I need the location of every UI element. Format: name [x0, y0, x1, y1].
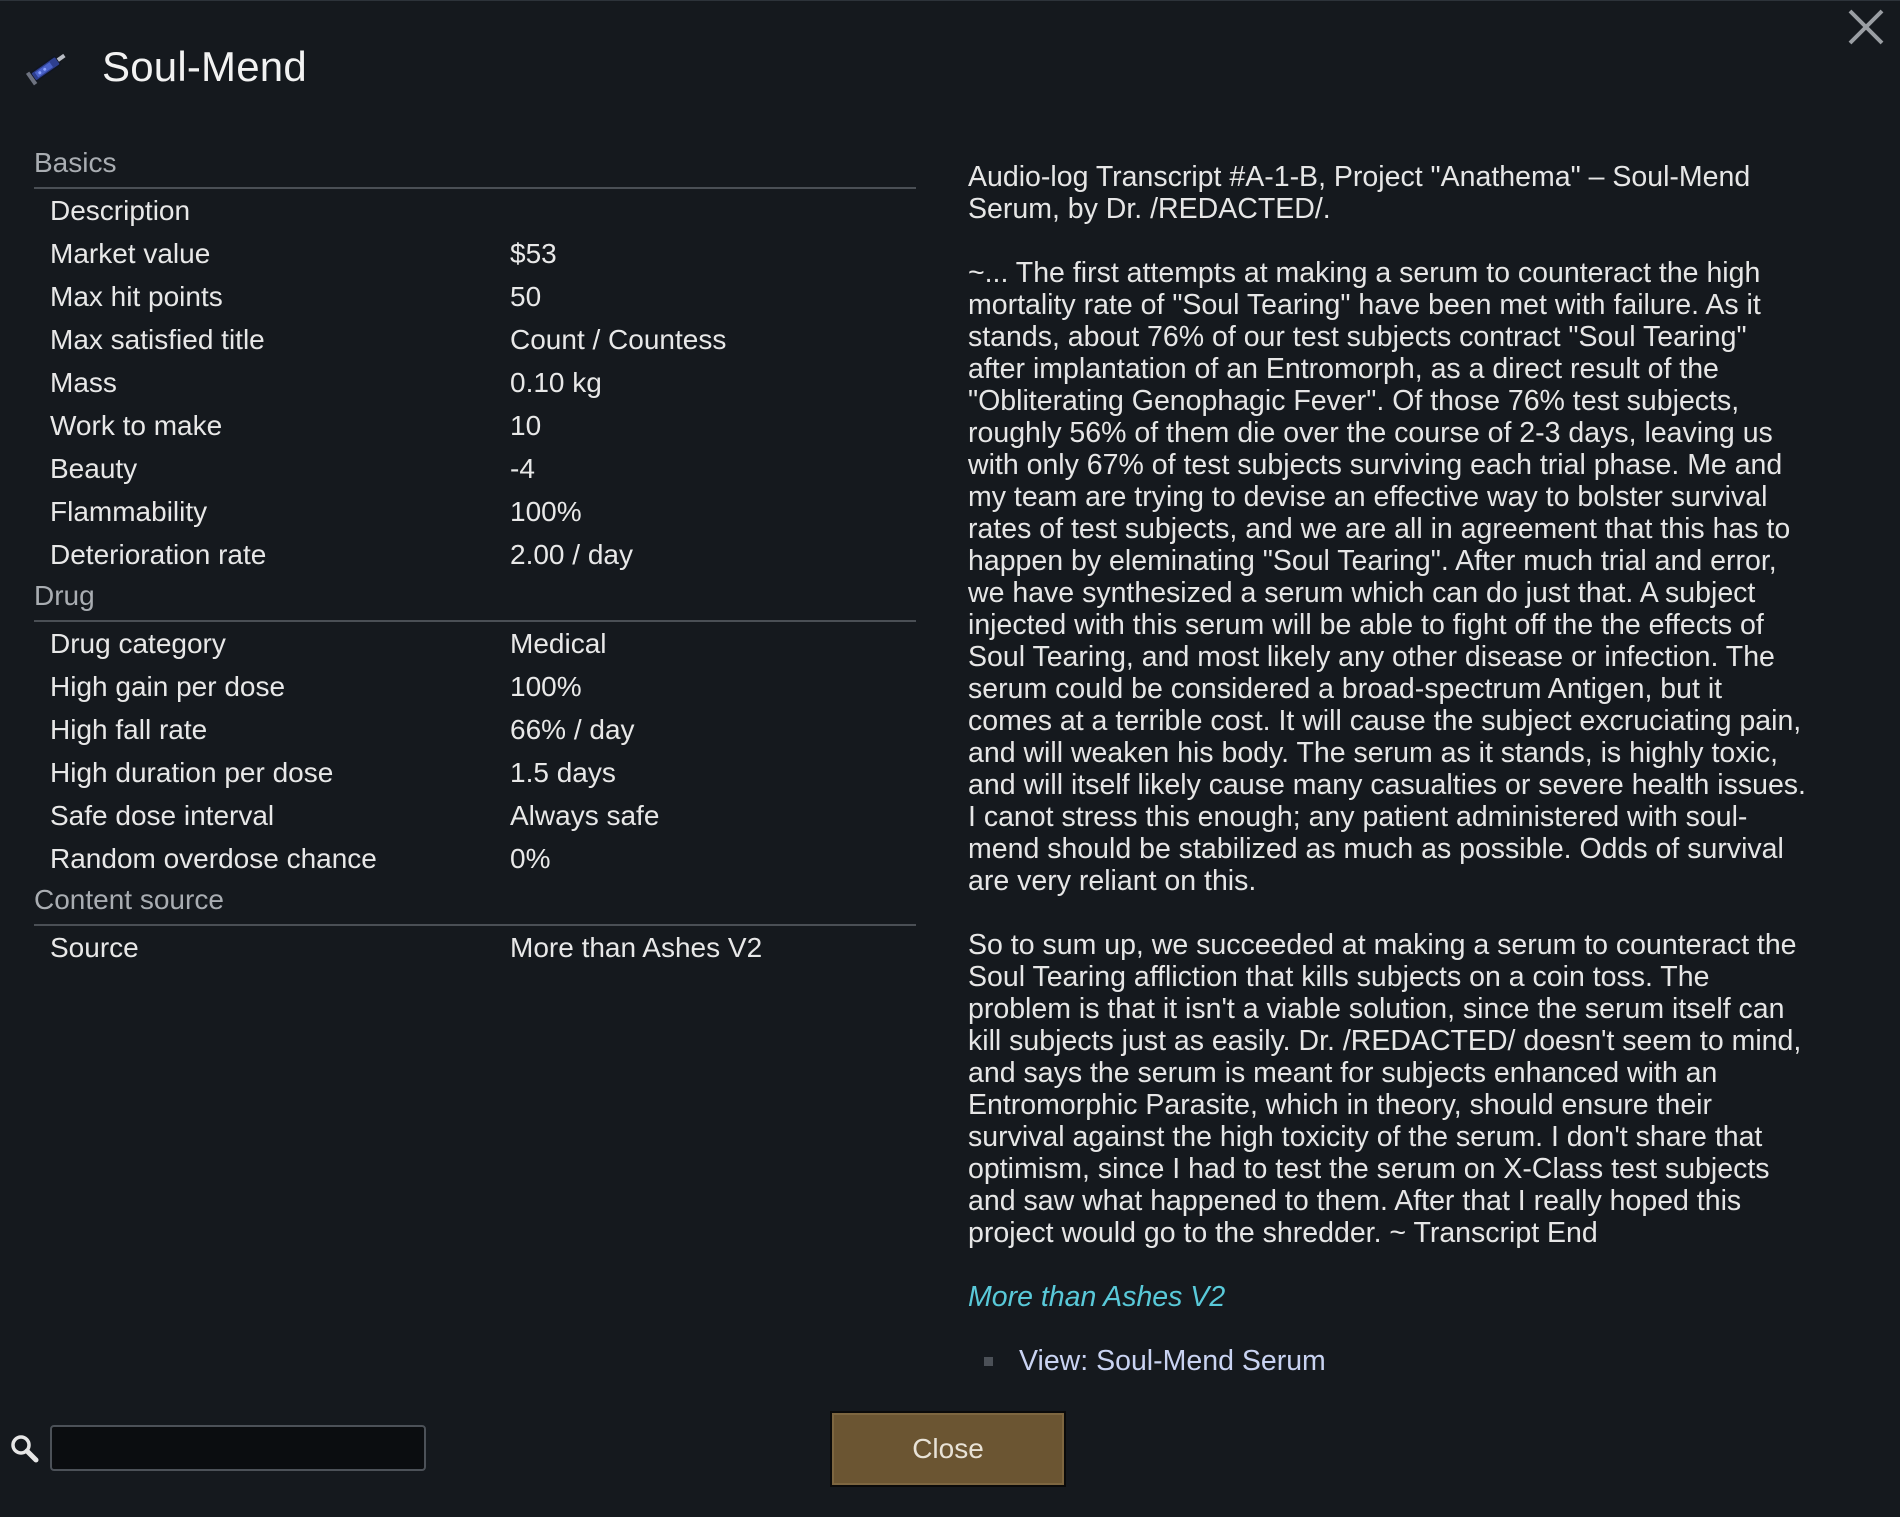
stat-row-high-fall-rate[interactable]: High fall rate 66% / day [34, 708, 916, 751]
stat-row-flammability[interactable]: Flammability 100% [34, 490, 916, 533]
section-heading: Content source [34, 880, 916, 926]
syringe-icon [24, 43, 72, 91]
stat-value: 100% [510, 496, 582, 527]
stat-label: High gain per dose [50, 671, 286, 702]
stat-row-high-duration-per-dose[interactable]: High duration per dose 1.5 days [34, 751, 916, 794]
stat-label: Max satisfied title [50, 324, 265, 355]
section-heading: Basics [34, 143, 916, 189]
stat-row-high-gain-per-dose[interactable]: High gain per dose 100% [34, 665, 916, 708]
description-panel: Audio-log Transcript #A-1-B, Project "An… [968, 161, 1810, 1377]
stat-label: Max hit points [50, 281, 223, 312]
section-drug: Drug Drug category Medical High gain per … [34, 576, 916, 880]
search-bar [8, 1425, 426, 1471]
stat-value: 100% [510, 671, 582, 702]
hyperlink-item[interactable]: View: Soul-Mend Serum [984, 1345, 1810, 1377]
stat-label: Deterioration rate [50, 539, 267, 570]
stat-value: 0% [510, 843, 551, 874]
search-input[interactable] [50, 1425, 426, 1471]
stat-value: 1.5 days [510, 757, 616, 788]
stat-row-description[interactable]: Description [34, 189, 916, 232]
stat-value: 10 [510, 410, 542, 441]
close-icon[interactable] [1844, 5, 1888, 49]
section-content-source: Content source Source More than Ashes V2 [34, 880, 916, 969]
stat-value: Always safe [510, 800, 660, 831]
stat-value: Count / Countess [510, 324, 727, 355]
stat-label: Work to make [50, 410, 223, 441]
stat-row-safe-dose-interval[interactable]: Safe dose interval Always safe [34, 794, 916, 837]
stat-row-max-hit-points[interactable]: Max hit points 50 [34, 275, 916, 318]
stat-value: 2.00 / day [510, 539, 633, 570]
stat-value: 50 [510, 281, 542, 312]
mod-source-label: More than Ashes V2 [968, 1281, 1226, 1313]
stat-row-market-value[interactable]: Market value $53 [34, 232, 916, 275]
stat-row-drug-category[interactable]: Drug category Medical [34, 622, 916, 665]
stat-label: Market value [50, 238, 211, 269]
stat-label: Safe dose interval [50, 800, 275, 831]
window-title: Soul-Mend [102, 43, 307, 90]
stat-value: 0.10 kg [510, 367, 602, 398]
stat-label: Flammability [50, 496, 208, 527]
search-icon [8, 1432, 40, 1464]
stat-label: Drug category [50, 628, 226, 659]
view-hyperlink[interactable]: View: Soul-Mend Serum [1019, 1345, 1326, 1377]
section-basics: Basics Description Market value $53 Max h… [34, 143, 916, 576]
stat-value: -4 [510, 453, 535, 484]
stat-label: High fall rate [50, 714, 208, 745]
stat-label: Random overdose chance [50, 843, 377, 874]
stat-row-random-overdose-chance[interactable]: Random overdose chance 0% [34, 837, 916, 880]
stat-row-mass[interactable]: Mass 0.10 kg [34, 361, 916, 404]
stat-row-max-satisfied-title[interactable]: Max satisfied title Count / Countess [34, 318, 916, 361]
description-paragraph: Audio-log Transcript #A-1-B, Project "An… [968, 161, 1751, 225]
section-heading: Drug [34, 576, 916, 622]
stat-row-beauty[interactable]: Beauty -4 [34, 447, 916, 490]
stat-value [510, 189, 916, 232]
stat-label: Mass [50, 367, 117, 398]
description-paragraph: So to sum up, we succeeded at making a s… [968, 929, 1802, 1249]
stat-label: High duration per dose [50, 757, 334, 788]
close-button[interactable]: Close [830, 1411, 1066, 1487]
stat-value: Medical [510, 628, 607, 659]
stat-row-source[interactable]: Source More than Ashes V2 [34, 926, 916, 969]
bullet-icon [984, 1356, 993, 1366]
description-paragraph: ~... The first attempts at making a seru… [968, 257, 1806, 897]
stat-value: More than Ashes V2 [510, 932, 763, 963]
stat-label: Beauty [50, 453, 138, 484]
stats-panel: Basics Description Market value $53 Max h… [34, 143, 916, 969]
stat-label: Source [50, 932, 139, 963]
header: Soul-Mend [24, 37, 307, 97]
stat-value: $53 [510, 238, 557, 269]
stat-value: 66% / day [510, 714, 635, 745]
stat-label: Description [50, 195, 191, 226]
stat-row-work-to-make[interactable]: Work to make 10 [34, 404, 916, 447]
info-card-window: Soul-Mend Basics Description Market valu… [0, 0, 1900, 1517]
stat-row-deterioration-rate[interactable]: Deterioration rate 2.00 / day [34, 533, 916, 576]
